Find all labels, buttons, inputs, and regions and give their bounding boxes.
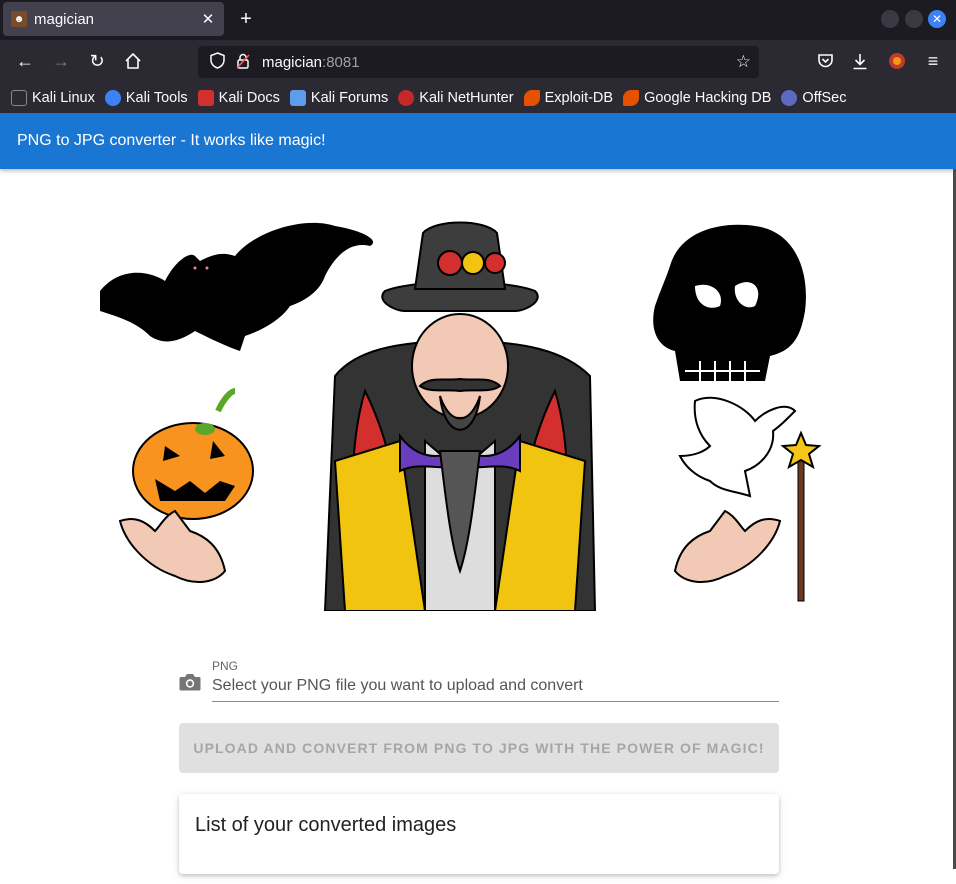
hamburger-menu-icon[interactable]: ≡ bbox=[921, 49, 945, 73]
magic-wand-illustration bbox=[780, 430, 822, 602]
browser-tab[interactable]: ☻ magician ✕ bbox=[3, 2, 224, 36]
close-tab-icon[interactable]: ✕ bbox=[200, 10, 216, 28]
bookmark-kali-tools[interactable]: Kali Tools bbox=[104, 89, 188, 106]
bookmark-kali-linux[interactable]: Kali Linux bbox=[11, 89, 95, 106]
pocket-icon[interactable] bbox=[813, 49, 837, 73]
bookmark-kali-forums[interactable]: Kali Forums bbox=[289, 89, 388, 106]
page-title: PNG to JPG converter - It works like mag… bbox=[17, 132, 326, 149]
converted-images-title: List of your converted images bbox=[195, 814, 457, 836]
kali-docs-icon bbox=[197, 89, 214, 106]
app-bar: PNG to JPG converter - It works like mag… bbox=[0, 113, 956, 169]
minimize-window-button[interactable] bbox=[881, 10, 899, 28]
extension-icon[interactable] bbox=[885, 49, 909, 73]
bookmark-exploit-db[interactable]: Exploit-DB bbox=[523, 89, 613, 106]
exploit-db-icon bbox=[523, 89, 540, 106]
forward-arrow-icon[interactable]: → bbox=[49, 49, 73, 73]
file-input-label: PNG bbox=[212, 659, 239, 673]
page-content: PNG to JPG converter - It works like mag… bbox=[0, 113, 956, 884]
tracking-shield-icon[interactable] bbox=[208, 52, 226, 72]
kali-forums-icon bbox=[289, 89, 306, 106]
bookmarks-toolbar: Kali Linux Kali Tools Kali Docs Kali For… bbox=[0, 82, 956, 113]
magician-favicon-icon: ☻ bbox=[11, 11, 27, 27]
skull-illustration bbox=[653, 224, 806, 381]
camera-icon[interactable] bbox=[179, 673, 201, 691]
file-input-underline bbox=[212, 701, 779, 702]
ghdb-icon bbox=[623, 89, 640, 106]
upload-convert-button[interactable]: UPLOAD AND CONVERT FROM PNG TO JPG WITH … bbox=[179, 723, 779, 773]
file-input-placeholder[interactable]: Select your PNG file you want to upload … bbox=[212, 677, 583, 695]
downloads-icon[interactable] bbox=[848, 49, 872, 73]
pumpkin-illustration bbox=[132, 388, 254, 520]
tab-strip: ☻ magician ✕ + ✕ bbox=[0, 0, 956, 40]
dove-illustration bbox=[678, 396, 797, 498]
url-bar[interactable]: magician:8081 ☆ bbox=[198, 46, 759, 78]
kali-tools-icon bbox=[104, 89, 121, 106]
bookmark-offsec[interactable]: OffSec bbox=[781, 89, 846, 106]
bat-illustration bbox=[100, 222, 374, 351]
bookmark-kali-docs[interactable]: Kali Docs bbox=[197, 89, 280, 106]
bookmark-kali-nethunter[interactable]: Kali NetHunter bbox=[398, 89, 514, 106]
tab-title: magician bbox=[34, 10, 95, 28]
close-window-button[interactable]: ✕ bbox=[928, 10, 946, 28]
maximize-window-button[interactable] bbox=[905, 10, 923, 28]
bookmark-google-hacking-db[interactable]: Google Hacking DB bbox=[623, 89, 771, 106]
url-host: magician:8081 bbox=[262, 53, 360, 71]
nethunter-icon bbox=[398, 89, 415, 106]
offsec-icon bbox=[781, 89, 798, 106]
png-file-input[interactable]: PNG Select your PNG file you want to upl… bbox=[179, 653, 779, 705]
back-arrow-icon[interactable]: ← bbox=[13, 49, 37, 73]
new-tab-icon[interactable]: + bbox=[236, 8, 256, 30]
bookmark-star-icon[interactable]: ☆ bbox=[736, 52, 751, 72]
navigation-toolbar: ← → ↻ magician:8081 ☆ ≡ bbox=[0, 40, 956, 82]
reload-icon[interactable]: ↻ bbox=[85, 49, 109, 73]
converted-images-card: List of your converted images bbox=[179, 794, 779, 874]
magician-illustration bbox=[100, 221, 822, 611]
kali-dragon-icon bbox=[11, 89, 27, 106]
insecure-lock-icon[interactable] bbox=[234, 53, 252, 72]
home-icon[interactable] bbox=[121, 49, 145, 73]
